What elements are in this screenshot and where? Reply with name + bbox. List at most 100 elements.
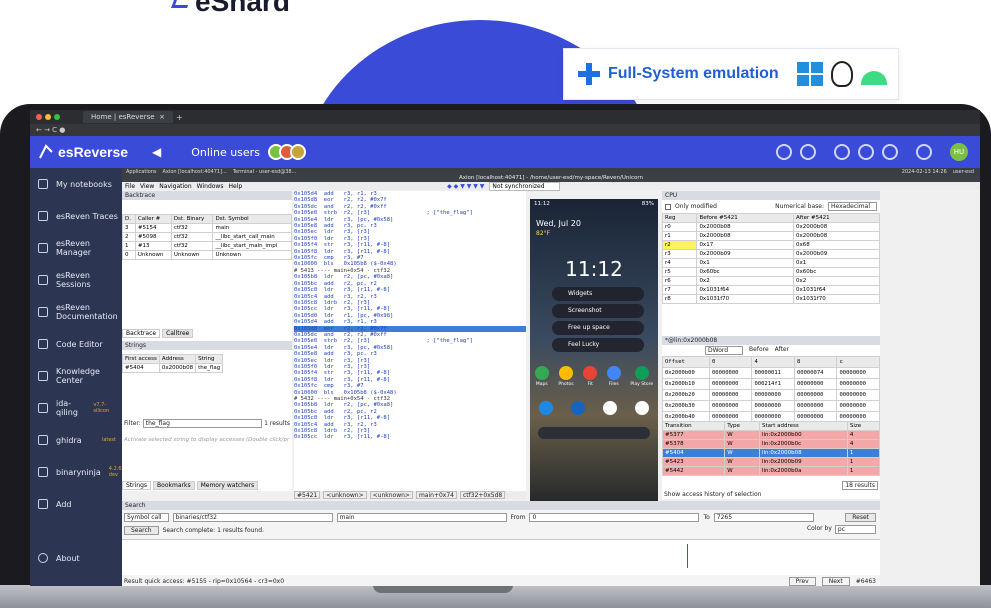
show-history-checkbox[interactable]: Show access history of selection [664,491,761,498]
memory-width-select[interactable]: DWord [705,346,744,355]
base-select[interactable]: Hexadecimal [828,202,877,211]
sidebar-item[interactable]: esReven Manager [30,232,122,264]
memory-before-option[interactable]: Before [749,346,769,355]
menu-view[interactable]: View [140,183,154,190]
tab-calltree[interactable]: Calltree [162,329,194,338]
close-window-icon[interactable] [36,114,42,120]
phone-app[interactable]: Play Store [630,366,653,387]
navigation-toolbar-icon[interactable]: ◆ ◆ ▼ ▼ ▼ ▼ [447,183,484,190]
menu-windows[interactable]: Windows [197,183,224,190]
table-row[interactable]: #5404 0x2000b08 the_flag [122,363,224,373]
phone-app[interactable]: Maps [534,366,549,387]
phone-menu-item[interactable]: Widgets [552,287,644,301]
sidebar-item[interactable]: ghidra latest [30,424,122,456]
table-row[interactable]: 3 #5154 ctf32 main [122,223,292,233]
table-row[interactable]: r1 0x2000b08 0x2000b08 [661,231,880,241]
column-header[interactable]: Caller # [134,214,172,224]
sync-select[interactable]: Not synchronized [489,181,560,191]
sidebar-item[interactable]: binaryninja 4.2.6204-dev [30,456,133,488]
taskbar-item[interactable]: Applications [126,169,157,175]
menu-help[interactable]: Help [228,183,242,190]
table-row[interactable]: 0x2000b10 00000000 000214f1 00000000 0000000… [662,378,880,390]
column-header[interactable]: Offset [662,356,710,368]
maximize-window-icon[interactable] [54,114,60,120]
table-row[interactable]: r3 0x2000b09 0x2000b09 [661,249,880,259]
tab-strings[interactable]: Strings [122,481,152,490]
sidebar-item[interactable]: Add [30,488,122,520]
column-header[interactable]: 4 [751,356,795,368]
column-header[interactable]: Start address [758,421,848,431]
filter-input[interactable]: the_flag [142,419,263,428]
phone-menu-item[interactable]: Feel Lucky [552,338,644,352]
column-header[interactable]: Type [724,421,760,431]
table-row[interactable]: r5 0x60bc 0x60bc [661,267,880,277]
table-row[interactable]: 1 #13 ctf32 __libc_start_main_impl [122,241,292,251]
code-line[interactable]: 0x105cc ldr r3, [r11, #-8] [294,434,526,440]
table-row[interactable]: r7 0x1031f64 0x1031f64 [661,285,880,295]
phone-app[interactable]: Photos [558,366,574,387]
table-row[interactable]: r8 0x1031f70 0x1031f70 [661,294,880,304]
avatar[interactable] [289,144,306,160]
tab-backtrace[interactable]: Backtrace [122,329,161,338]
sidebar-item[interactable]: Knowledge Center [30,360,122,392]
sidebar-item[interactable]: Code Editor [30,328,122,360]
column-header[interactable]: 0 [708,356,753,368]
from-input[interactable]: 0 [529,513,700,522]
to-input[interactable]: 7265 [713,513,814,522]
prev-button[interactable]: Prev [788,576,816,586]
search-kind-select[interactable]: Symbol call [124,513,169,522]
phone-app-icon[interactable] [539,401,553,415]
sidebar-item[interactable]: esReven Sessions [30,264,122,296]
phone-app[interactable]: Fit [583,366,598,387]
table-row[interactable]: 0x2000b00 00000000 00000011 00000074 0000000… [662,367,880,379]
reset-button[interactable]: Reset [845,513,876,522]
address-bar[interactable]: ← → C ● [30,124,980,136]
next-button[interactable]: Next [821,576,850,586]
column-header[interactable]: Transition [661,421,726,431]
google-search-bar[interactable] [538,427,650,439]
new-tab-button[interactable]: + [176,113,183,122]
messages-app-icon[interactable] [571,401,585,415]
table-row[interactable]: r2 0x17 0x68 [661,240,880,250]
user-avatar[interactable]: HU [950,143,968,161]
table-row[interactable]: r6 0x2 0x2 [661,276,880,286]
color-by-select[interactable]: pc [834,525,876,534]
table-row[interactable]: #5442 Wlin:0x2000b0a 1 [661,466,881,476]
table-row[interactable]: 0x2000b30 00000000 00000000 00000000 0000000… [662,400,880,412]
android-screen[interactable]: 11:12 83% Wed, Jul 20 82°F 11:12 Widgets… [530,199,658,509]
memory-after-option[interactable]: After [775,346,789,355]
column-header[interactable]: c [836,356,880,368]
column-header[interactable]: First access [122,354,160,364]
column-header[interactable]: After #5421 [793,213,880,223]
table-row[interactable]: 0 Unknown Unknown Unknown [122,250,292,260]
save-icon[interactable] [858,144,874,160]
table-row[interactable]: #5404 Wlin:0x2000b08 1 [661,448,881,458]
table-row[interactable]: r0 0x2000b08 0x2000b08 [661,222,880,232]
symbol-input[interactable]: main [336,513,507,522]
menu-navigation[interactable]: Navigation [159,183,191,190]
chrome-app-icon[interactable] [603,401,617,415]
taskbar-item[interactable]: Terminal - user-esd@38... [233,169,297,175]
sidebar-item[interactable]: ida-qiling v7.7-silicon [30,392,122,424]
column-header[interactable]: String [195,354,224,364]
settings-icon[interactable] [776,144,792,160]
column-header[interactable]: 8 [793,356,838,368]
window-icon[interactable] [882,144,898,160]
phone-app[interactable]: Files [606,366,621,387]
binary-input[interactable]: binaries/ctf32 [172,513,333,522]
browser-tab[interactable]: Home | esReverse × [83,111,173,123]
column-header[interactable]: Dst. Symbol [212,214,292,224]
disassembly-code[interactable]: 0x105d4 add r3, r1, r3 0x105d8 eor r2, r2… [294,191,526,441]
column-header[interactable]: Reg [661,213,698,223]
sidebar-item[interactable]: esReven Documentation [30,296,122,328]
grid-icon[interactable] [834,144,850,160]
minimize-window-icon[interactable] [45,114,51,120]
tab-bookmarks[interactable]: Bookmarks [153,481,195,490]
close-tab-icon[interactable]: × [159,113,165,121]
column-header[interactable]: Address [158,354,197,364]
menu-file[interactable]: File [125,183,135,190]
phone-menu-item[interactable]: Free up space [552,321,644,335]
column-header[interactable]: D. [122,214,136,224]
bug-icon[interactable] [916,144,932,160]
collapse-sidebar-icon[interactable]: ◀ [152,145,161,159]
